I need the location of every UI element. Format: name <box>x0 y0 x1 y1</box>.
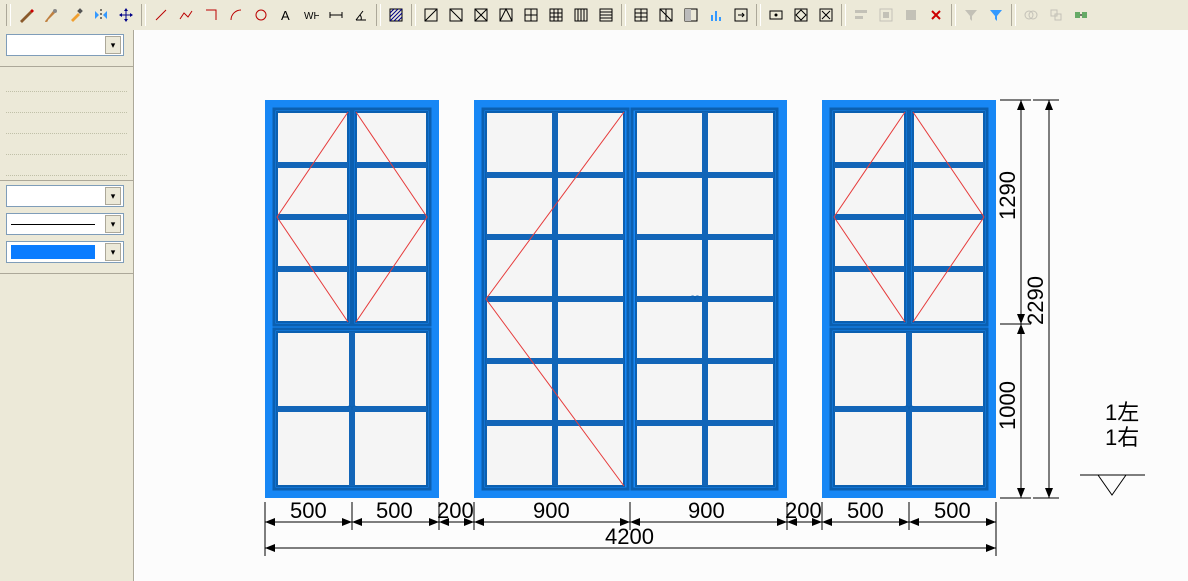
dropper-icon[interactable] <box>64 3 88 27</box>
svg-text:500: 500 <box>934 498 971 523</box>
pencil-icon[interactable] <box>14 3 38 27</box>
diamond-icon[interactable] <box>789 3 813 27</box>
svg-text:1000: 1000 <box>995 381 1020 430</box>
color-swatch <box>11 245 95 259</box>
back-icon[interactable] <box>764 3 788 27</box>
brush-icon[interactable] <box>39 3 63 27</box>
chevron-down-icon: ▾ <box>105 243 121 261</box>
list-row[interactable] <box>6 113 127 134</box>
toolbar-separator <box>141 4 146 26</box>
merge-icon[interactable] <box>1069 3 1093 27</box>
filter-icon[interactable] <box>959 3 983 27</box>
list-row[interactable] <box>6 155 127 176</box>
svg-text:WH: WH <box>304 11 319 22</box>
filter-on-icon[interactable] <box>984 3 1008 27</box>
grid-shade-icon[interactable] <box>679 3 703 27</box>
bars-icon[interactable] <box>704 3 728 27</box>
svg-text:1左: 1左 <box>1105 400 1139 425</box>
box-diag1-icon[interactable] <box>419 3 443 27</box>
chevron-down-icon: ▾ <box>105 36 121 54</box>
grid-2x3-icon[interactable] <box>629 3 653 27</box>
box-triangle-icon[interactable] <box>494 3 518 27</box>
hatch1-icon[interactable] <box>384 3 408 27</box>
drawing-notes: 1左 1右 <box>1080 400 1145 495</box>
drawing-svg: 500 500 200 900 900 200 500 500 4200 129… <box>135 30 1188 581</box>
toolbar-separator <box>621 4 626 26</box>
polyline-icon[interactable] <box>174 3 198 27</box>
side-panel: ▾ ▾ ▾ ▾ <box>0 30 134 581</box>
dimension-bottom-total: 4200 <box>265 524 996 556</box>
arc-icon[interactable] <box>224 3 248 27</box>
rect-open-icon[interactable] <box>199 3 223 27</box>
delete-icon[interactable] <box>924 3 948 27</box>
svg-text:1右: 1右 <box>1105 425 1139 450</box>
toolbar-separator <box>376 4 381 26</box>
list-row[interactable] <box>6 134 127 155</box>
shape-a-icon[interactable] <box>1019 3 1043 27</box>
align3-icon[interactable] <box>899 3 923 27</box>
toolbar-separator <box>841 4 846 26</box>
svg-text:900: 900 <box>533 498 570 523</box>
color-combo[interactable]: ▾ <box>6 241 124 263</box>
layer-combo[interactable]: ▾ <box>6 34 124 56</box>
window-unit-right <box>822 100 996 498</box>
box-diag-both-icon[interactable] <box>469 3 493 27</box>
toolbar-separator <box>951 4 956 26</box>
svg-text:500: 500 <box>290 498 327 523</box>
mirror-icon[interactable] <box>89 3 113 27</box>
list-row[interactable] <box>6 92 127 113</box>
chevron-down-icon: ▾ <box>105 187 121 205</box>
align2-icon[interactable] <box>874 3 898 27</box>
dim-horizontal-icon[interactable] <box>324 3 348 27</box>
svg-text:500: 500 <box>847 498 884 523</box>
line-sample <box>11 224 95 225</box>
window-unit-left <box>265 100 439 498</box>
text2-icon[interactable]: WH <box>299 3 323 27</box>
circle-icon[interactable] <box>249 3 273 27</box>
toolbar-separator <box>1011 4 1016 26</box>
svg-text:1290: 1290 <box>995 171 1020 220</box>
svg-text:A: A <box>281 8 290 23</box>
svg-text:900: 900 <box>688 498 725 523</box>
move-icon[interactable] <box>114 3 138 27</box>
arrow-box-icon[interactable] <box>729 3 753 27</box>
align1-icon[interactable] <box>849 3 873 27</box>
svg-text:2290: 2290 <box>1023 276 1048 325</box>
grid-diag-icon[interactable] <box>654 3 678 27</box>
box-diag2-icon[interactable] <box>444 3 468 27</box>
dimension-right-total: 2290 <box>1023 100 1059 498</box>
line-icon[interactable] <box>149 3 173 27</box>
box-cross-icon[interactable] <box>519 3 543 27</box>
toolbar-separator <box>411 4 416 26</box>
drawing-canvas[interactable]: 500 500 200 900 900 200 500 500 4200 129… <box>134 30 1188 581</box>
grid4-icon[interactable] <box>569 3 593 27</box>
shape-b-icon[interactable] <box>1044 3 1068 27</box>
svg-text:200: 200 <box>785 498 822 523</box>
chevron-down-icon: ▾ <box>105 215 121 233</box>
svg-text:200: 200 <box>437 498 474 523</box>
box-x-icon[interactable] <box>814 3 838 27</box>
toolbar-main: A WH <box>0 0 1188 31</box>
grid3-icon[interactable] <box>544 3 568 27</box>
toolbar-separator <box>6 4 11 26</box>
list-row[interactable] <box>6 71 127 92</box>
door-unit-center <box>474 100 787 498</box>
toolbar-separator <box>756 4 761 26</box>
line-combo[interactable]: ▾ <box>6 213 124 235</box>
svg-text:500: 500 <box>376 498 413 523</box>
list-icon[interactable] <box>594 3 618 27</box>
text-icon[interactable]: A <box>274 3 298 27</box>
style-combo[interactable]: ▾ <box>6 185 124 207</box>
dim-angle-icon[interactable] <box>349 3 373 27</box>
svg-text:4200: 4200 <box>605 524 654 549</box>
